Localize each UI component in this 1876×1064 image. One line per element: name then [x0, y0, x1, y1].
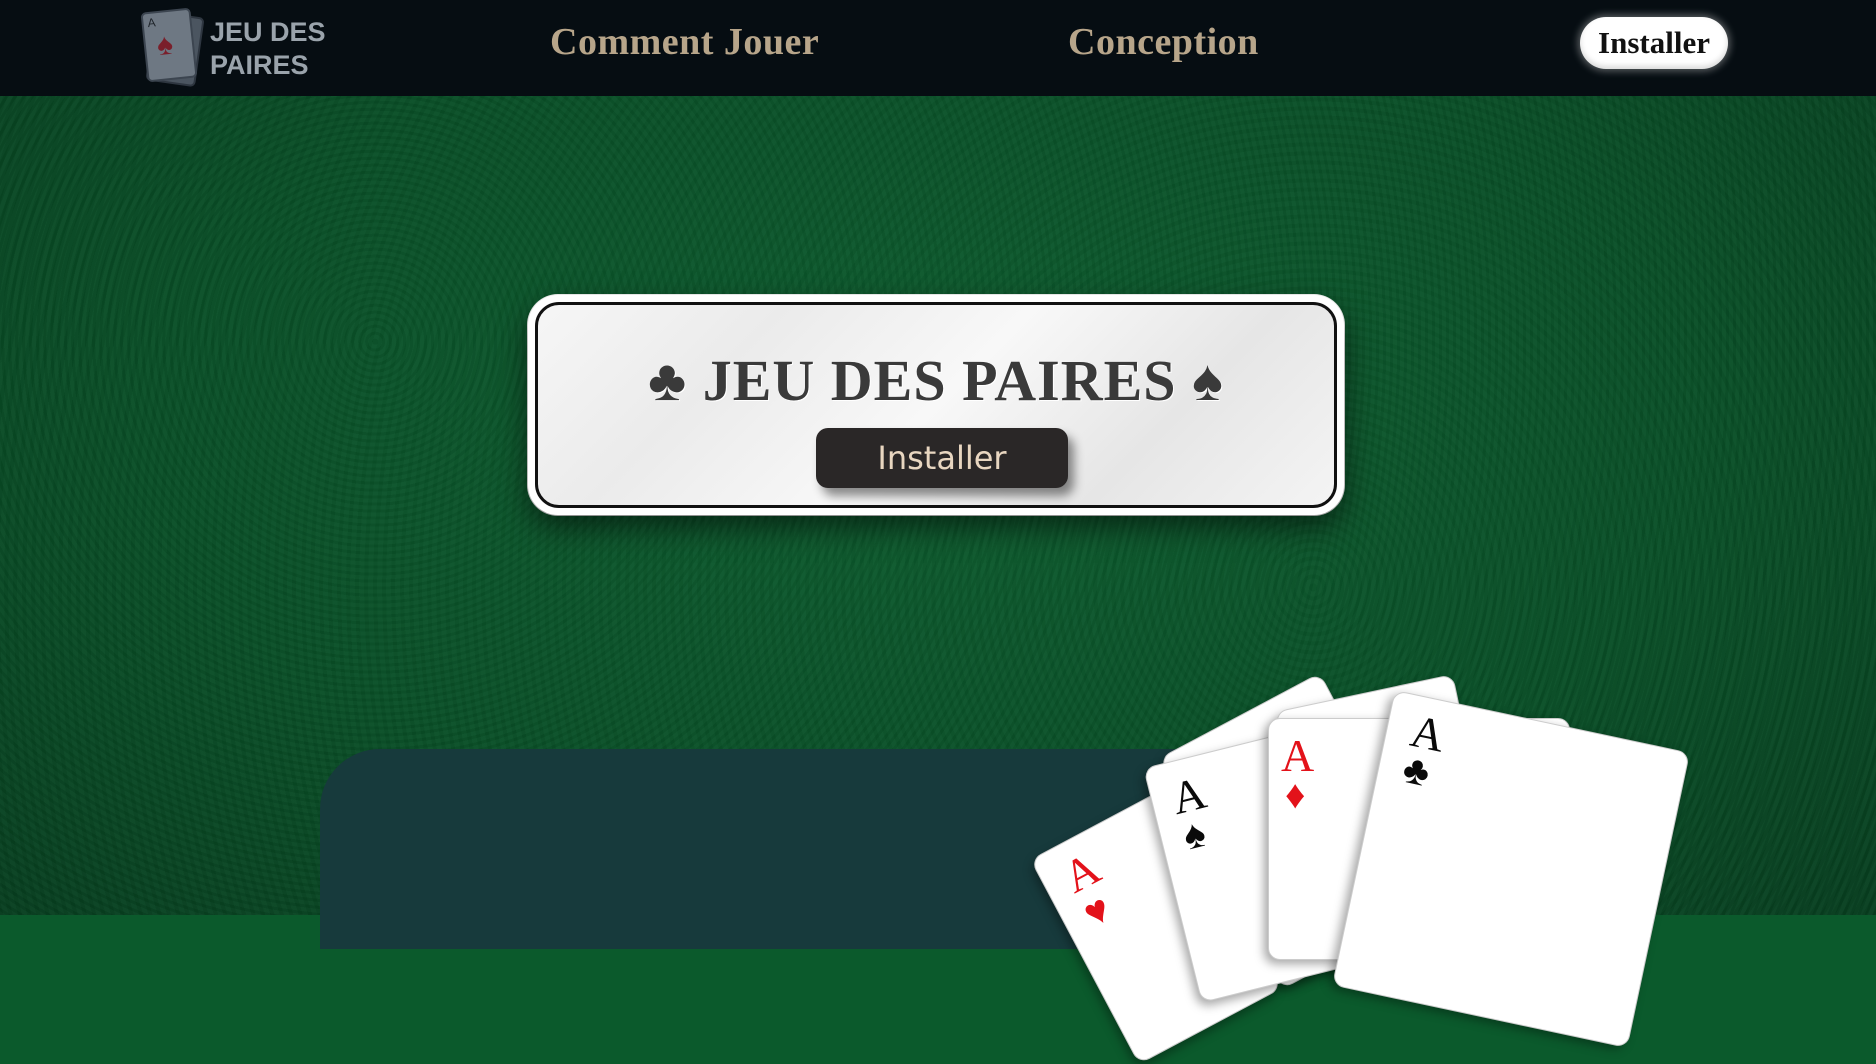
hero-banner: ♣ JEU DES PAIRES ♠ Installer	[528, 295, 1344, 515]
logo-cards-icon: A ♠	[140, 7, 206, 88]
content-panel	[320, 749, 1320, 949]
nav-install-button[interactable]: Installer	[1580, 17, 1728, 69]
nav-link-design[interactable]: Conception	[1068, 20, 1259, 64]
logo-text: JEU DES PAIRES	[210, 17, 326, 80]
logo-card-rank: A	[146, 15, 157, 31]
navbar: A ♠ JEU DES PAIRES Comment Jouer Concept…	[0, 0, 1876, 96]
spade-icon: ♠	[155, 27, 175, 63]
logo[interactable]: A ♠ JEU DES PAIRES	[140, 7, 340, 88]
hero-inner-frame: ♣ JEU DES PAIRES ♠ Installer	[535, 302, 1337, 508]
nav-link-how-to-play[interactable]: Comment Jouer	[550, 20, 819, 64]
hero-title: ♣ JEU DES PAIRES ♠	[648, 348, 1224, 413]
hero-install-button[interactable]: Installer	[816, 428, 1068, 488]
logo-card-front: A ♠	[140, 7, 198, 83]
